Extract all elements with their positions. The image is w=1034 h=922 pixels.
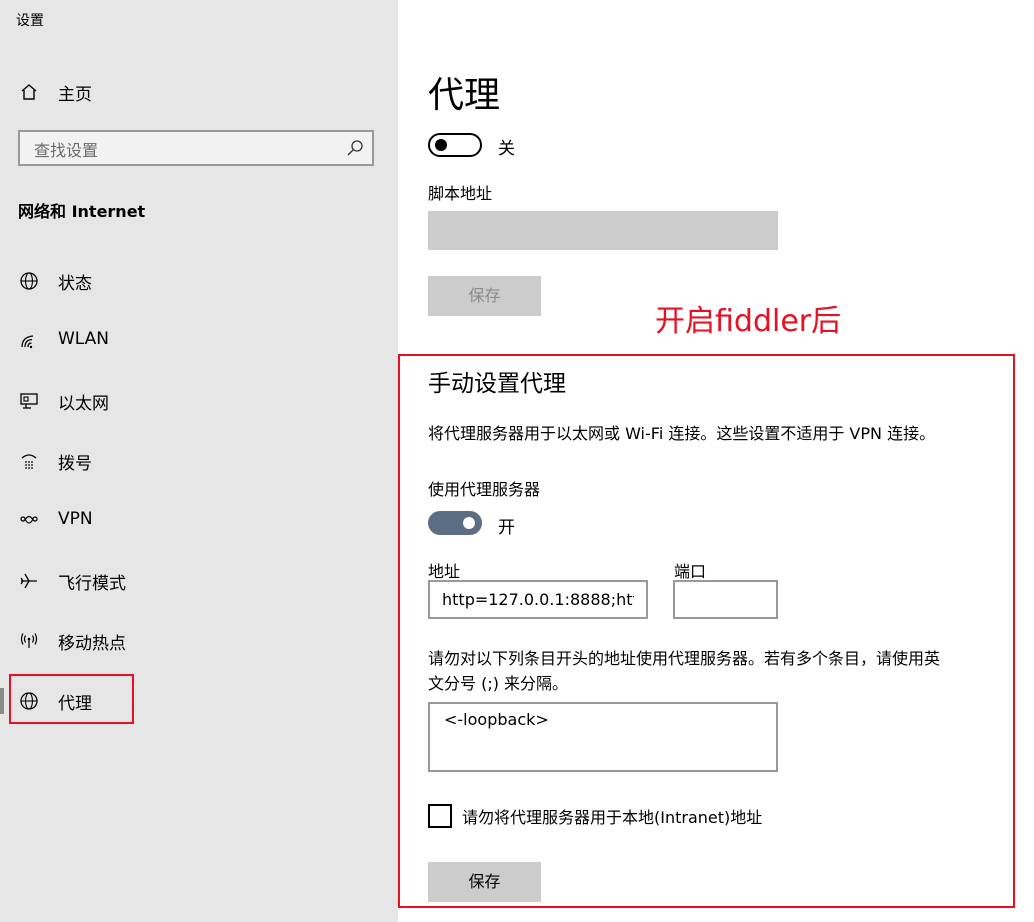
annotation-text: 开启fiddler后 xyxy=(655,304,842,339)
globe-icon xyxy=(18,690,40,712)
sidebar-item-proxy[interactable]: 代理 xyxy=(0,678,398,724)
exceptions-description-line2: 文分号 (;) 来分隔。 xyxy=(428,674,569,693)
sidebar-item-status[interactable]: 状态 xyxy=(0,258,398,304)
sidebar-item-label: WLAN xyxy=(58,329,110,349)
vpn-icon xyxy=(18,510,40,532)
auto-save-button[interactable]: 保存 xyxy=(428,276,541,316)
use-proxy-label: 使用代理服务器 xyxy=(428,480,541,499)
manual-proxy-heading: 手动设置代理 xyxy=(428,371,566,397)
hotspot-icon xyxy=(18,630,40,652)
sidebar-item-hotspot[interactable]: 移动热点 xyxy=(0,618,398,664)
search-box[interactable] xyxy=(18,130,374,166)
auto-toggle-state: 关 xyxy=(498,139,515,159)
airplane-icon xyxy=(18,570,40,592)
sidebar-item-label: 拨号 xyxy=(58,454,92,474)
auto-detect-toggle[interactable] xyxy=(428,133,482,157)
sidebar-item-label: 飞行模式 xyxy=(58,574,126,594)
sidebar-item-wlan[interactable]: WLAN xyxy=(0,318,398,364)
manual-save-button[interactable]: 保存 xyxy=(428,862,541,902)
sidebar-item-vpn[interactable]: VPN xyxy=(0,498,398,544)
sidebar-item-label: 移动热点 xyxy=(58,634,126,654)
sidebar-item-label: 代理 xyxy=(58,694,92,714)
use-proxy-state: 开 xyxy=(498,518,515,538)
script-address-input[interactable] xyxy=(428,211,778,250)
ethernet-icon xyxy=(18,390,40,412)
exceptions-textarea[interactable]: <-loopback> xyxy=(428,702,778,772)
sidebar-item-airplane[interactable]: 飞行模式 xyxy=(0,558,398,604)
sidebar-item-home[interactable]: 主页 xyxy=(0,70,398,114)
local-address-checkbox-label: 请勿将代理服务器用于本地(Intranet)地址 xyxy=(462,808,763,827)
toggle-knob xyxy=(463,517,475,529)
wifi-icon xyxy=(18,330,40,352)
main-content: 代理 关 脚本地址 保存 开启fiddler后 手动设置代理 将代理服务器用于以… xyxy=(398,0,1034,922)
port-input[interactable] xyxy=(673,580,778,619)
local-address-checkbox[interactable] xyxy=(428,804,452,828)
sidebar-item-label: 主页 xyxy=(58,85,92,105)
exceptions-description-line1: 请勿对以下列条目开头的地址使用代理服务器。若有多个条目，请使用英 xyxy=(428,649,941,668)
sidebar-item-dialup[interactable]: 拨号 xyxy=(0,438,398,484)
address-label: 地址 xyxy=(428,562,461,581)
use-proxy-toggle[interactable] xyxy=(428,511,482,535)
address-input[interactable] xyxy=(428,580,648,619)
sidebar-item-label: VPN xyxy=(58,509,93,529)
sidebar: 设置 主页 网络和 Internet 状态 WLAN 以太网 xyxy=(0,0,398,922)
script-address-label: 脚本地址 xyxy=(428,184,493,203)
sidebar-item-label: 以太网 xyxy=(58,394,109,414)
section-title: 网络和 Internet xyxy=(18,202,146,221)
port-label: 端口 xyxy=(674,562,707,581)
sidebar-item-ethernet[interactable]: 以太网 xyxy=(0,378,398,424)
search-input[interactable] xyxy=(32,138,336,162)
home-icon xyxy=(18,81,40,103)
globe-status-icon xyxy=(18,270,40,292)
page-title: 代理 xyxy=(428,75,501,116)
app-title: 设置 xyxy=(16,13,44,29)
search-icon[interactable] xyxy=(346,139,364,157)
dialup-icon xyxy=(18,450,40,472)
manual-proxy-description: 将代理服务器用于以太网或 Wi-Fi 连接。这些设置不适用于 VPN 连接。 xyxy=(428,424,936,443)
sidebar-item-label: 状态 xyxy=(58,274,92,294)
toggle-knob xyxy=(435,139,447,151)
